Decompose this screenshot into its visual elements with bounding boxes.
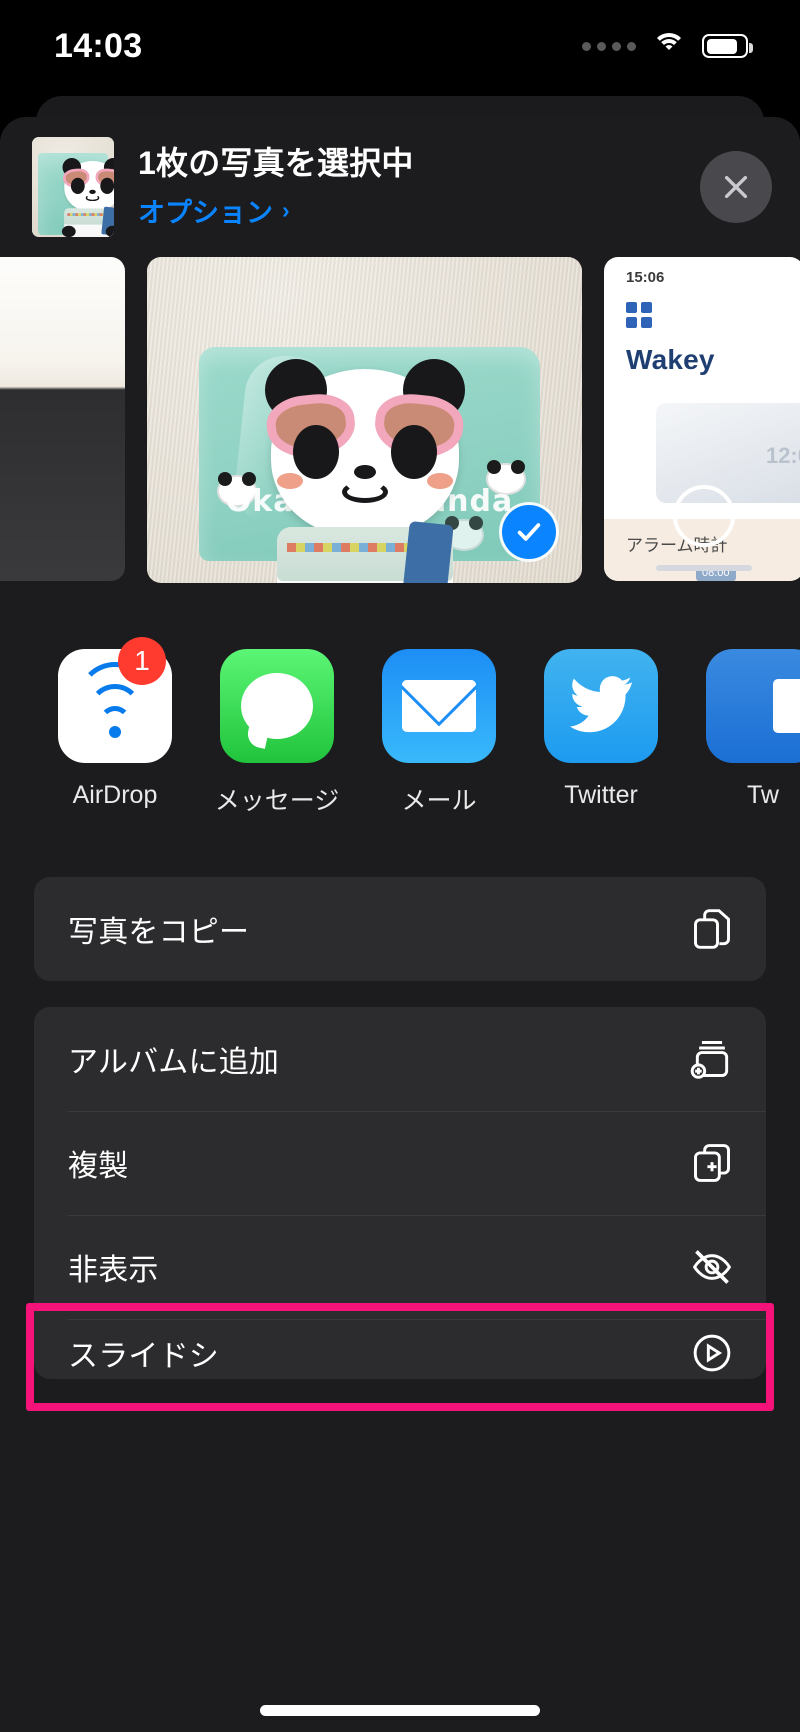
share-sheet: 1枚の写真を選択中 オプション › Panda 15:06 Wakey 12:0… <box>0 117 800 1732</box>
status-bar-indicators <box>582 33 753 59</box>
options-link-label: オプション <box>138 198 273 229</box>
airdrop-icon: 1 <box>58 637 172 763</box>
share-app-messages[interactable]: メッセージ <box>196 649 358 817</box>
photo-card-selected[interactable]: Okamono Panda <box>147 257 582 583</box>
wakey-home-bar <box>656 565 752 571</box>
mail-icon <box>382 649 496 763</box>
battery-icon <box>702 34 753 58</box>
share-apps-row[interactable]: 1 AirDrop メッセージ メール Twitter Tw <box>0 587 800 817</box>
photo-actions-group: アルバムに追加 複製 非表示 スライドシ <box>34 1007 766 1379</box>
action-row-add-to-album[interactable]: アルバムに追加 <box>34 1007 766 1111</box>
chevron-right-icon: › <box>282 197 290 224</box>
twitter-alt-icon <box>706 649 800 763</box>
home-indicator <box>260 1705 540 1716</box>
action-row-label: 非表示 <box>68 1254 159 1287</box>
share-app-label: メッセージ <box>214 787 340 815</box>
share-app-airdrop[interactable]: 1 AirDrop <box>34 637 196 810</box>
wakey-app-title: Wakey <box>626 344 715 375</box>
share-app-twitter-alt[interactable]: Tw <box>682 649 800 810</box>
photo-selected-checkmark[interactable] <box>502 505 556 559</box>
messages-icon <box>220 649 334 763</box>
iphone-screen: 14:03 1枚の写真を選択中 オプション › Panda 15:06 Wake… <box>0 0 800 1732</box>
copy-icon <box>690 907 734 951</box>
copy-group: 写真をコピー <box>34 877 766 981</box>
page-title: 1枚の写真を選択中 <box>138 144 414 181</box>
action-row-label: 複製 <box>68 1150 129 1183</box>
action-row-label: アルバムに追加 <box>68 1046 280 1079</box>
wakey-device-image <box>656 403 800 503</box>
options-link[interactable]: オプション › <box>138 191 676 230</box>
checkmark-icon <box>517 523 541 541</box>
share-app-label: AirDrop <box>72 781 158 809</box>
grid-icon <box>626 302 652 328</box>
hide-eye-slash-icon <box>690 1245 734 1289</box>
wakey-knob <box>673 485 735 547</box>
share-app-label: メール <box>401 787 477 815</box>
add-to-album-icon <box>690 1037 734 1081</box>
close-icon <box>724 175 748 199</box>
photo-carousel[interactable]: Okamono Panda <box>0 257 800 587</box>
close-button[interactable] <box>700 151 772 223</box>
twitter-icon <box>544 649 658 763</box>
photo-card-previous[interactable] <box>0 257 125 581</box>
airdrop-badge: 1 <box>118 637 166 685</box>
wifi-icon <box>652 33 686 59</box>
share-app-mail[interactable]: メール <box>358 649 520 817</box>
share-sheet-header-text: 1枚の写真を選択中 オプション › <box>138 144 676 230</box>
selected-photo-thumbnail[interactable] <box>32 137 114 237</box>
action-row-label: スライドシ <box>68 1340 219 1373</box>
action-row-slideshow[interactable]: スライドシ <box>34 1319 766 1379</box>
panda-plush-subject <box>250 359 480 583</box>
share-app-twitter[interactable]: Twitter <box>520 649 682 810</box>
share-app-label: Tw <box>747 781 779 809</box>
duplicate-icon <box>690 1141 734 1185</box>
action-row-duplicate[interactable]: 複製 <box>34 1111 766 1215</box>
photo-card-next[interactable]: 15:06 Wakey アラーム時計 FMラジオ 睡眠モード ⚭☔ <box>604 257 800 581</box>
wakey-status-time: 15:06 <box>626 269 665 286</box>
slideshow-icon <box>690 1331 734 1375</box>
signal-dots-icon <box>582 41 636 51</box>
action-row-label: 写真をコピー <box>68 916 250 949</box>
share-sheet-header: 1枚の写真を選択中 オプション › <box>0 117 800 257</box>
action-row-copy-photo[interactable]: 写真をコピー <box>34 877 766 981</box>
status-bar: 14:03 <box>0 0 800 92</box>
share-app-label: Twitter <box>564 781 638 809</box>
action-row-hide[interactable]: 非表示 <box>34 1215 766 1319</box>
status-bar-clock: 14:03 <box>54 26 143 65</box>
